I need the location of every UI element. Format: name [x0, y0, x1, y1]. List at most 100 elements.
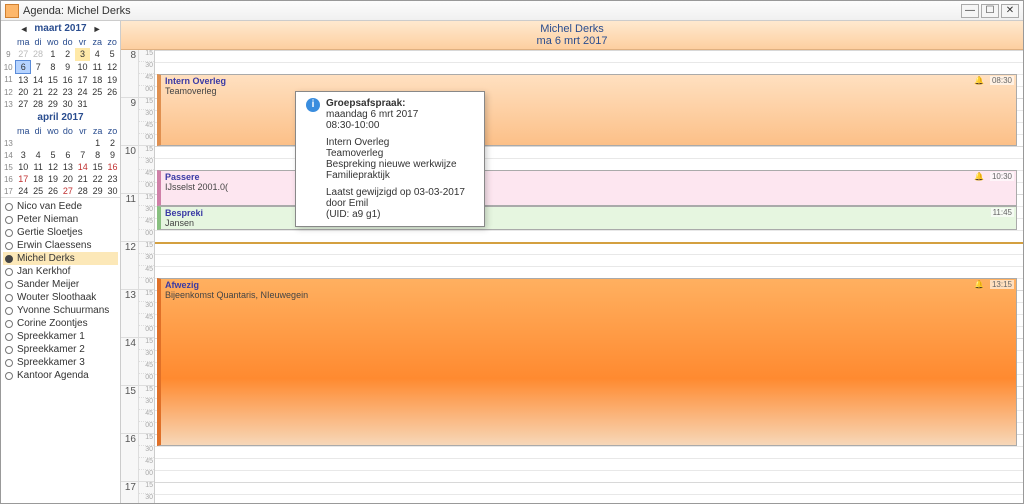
user-item[interactable]: Spreekkamer 2	[3, 343, 118, 356]
cal-day[interactable]: 6	[61, 149, 76, 161]
cal-day[interactable]: 5	[46, 149, 61, 161]
cal-day[interactable]: 17	[75, 74, 90, 87]
cal-day[interactable]	[105, 98, 120, 110]
cal-day[interactable]: 13	[16, 74, 31, 87]
cal-day[interactable]: 16	[105, 161, 120, 173]
cal-day[interactable]: 7	[31, 61, 46, 74]
cal-day[interactable]: 1	[45, 48, 60, 61]
cal-day[interactable]: 28	[31, 98, 46, 110]
cal-day[interactable]: 7	[75, 149, 90, 161]
user-item[interactable]: Erwin Claessens	[3, 239, 118, 252]
cal-day[interactable]: 8	[45, 61, 60, 74]
maximize-button[interactable]: ☐	[981, 4, 999, 18]
cal-day[interactable]: 16	[60, 74, 75, 87]
cal-day[interactable]: 10	[75, 61, 90, 74]
cal-day[interactable]: 31	[75, 98, 90, 110]
cal-day[interactable]	[61, 137, 76, 149]
cal-day[interactable]: 28	[31, 48, 46, 61]
cal-day[interactable]: 26	[105, 86, 120, 98]
cal-day[interactable]: 18	[31, 173, 46, 185]
user-item[interactable]: Nico van Eede	[3, 200, 118, 213]
cal-next[interactable]: ►	[93, 24, 102, 34]
user-item[interactable]: Spreekkamer 1	[3, 330, 118, 343]
cal-day[interactable]: 27	[16, 48, 31, 61]
cal-day[interactable]: 30	[60, 98, 75, 110]
user-item[interactable]: Wouter Sloothaak	[3, 291, 118, 304]
cal-day[interactable]: 29	[45, 98, 60, 110]
user-item[interactable]: Gertie Sloetjes	[3, 226, 118, 239]
cal-day[interactable]: 30	[105, 185, 120, 197]
cal-day[interactable]: 23	[60, 86, 75, 98]
close-button[interactable]: ✕	[1001, 4, 1019, 18]
cal-day[interactable]: 12	[46, 161, 61, 173]
appointment[interactable]: Intern OverlegTeamoverleg08:30🔔	[157, 74, 1017, 146]
cal-day[interactable]	[46, 137, 61, 149]
radio-icon	[5, 320, 13, 328]
cal-day[interactable]: 4	[31, 149, 46, 161]
appointment[interactable]: BesprekiJansen11:45	[157, 206, 1017, 230]
cal-day[interactable]: 8	[90, 149, 105, 161]
cal-day[interactable]: 18	[90, 74, 105, 87]
user-item[interactable]: Peter Nieman	[3, 213, 118, 226]
appointment[interactable]: PassereIJsselst 2001.0(10:30🔔	[157, 170, 1017, 206]
mini-calendar[interactable]: madiwodovrzazo13121434567891510111213141…	[1, 125, 120, 197]
user-item[interactable]: Michel Derks	[3, 252, 118, 265]
tooltip-line: Intern Overleg	[326, 137, 474, 148]
cal-day[interactable]: 26	[46, 185, 61, 197]
user-item[interactable]: Sander Meijer	[3, 278, 118, 291]
bell-icon: 🔔	[974, 280, 984, 289]
cal-day[interactable]: 15	[45, 74, 60, 87]
cal-day[interactable]: 28	[75, 185, 90, 197]
cal-day[interactable]: 3	[16, 149, 31, 161]
cal-day[interactable]: 14	[75, 161, 90, 173]
cal-day[interactable]: 27	[16, 98, 31, 110]
minimize-button[interactable]: —	[961, 4, 979, 18]
cal-day[interactable]: 25	[90, 86, 105, 98]
cal-day[interactable]	[75, 137, 90, 149]
cal-day[interactable]: 4	[90, 48, 105, 61]
cal-day[interactable]: 2	[105, 137, 120, 149]
cal-day[interactable]: 9	[105, 149, 120, 161]
cal-day[interactable]: 20	[16, 86, 31, 98]
cal-day[interactable]: 22	[90, 173, 105, 185]
cal-day[interactable]: 9	[60, 61, 75, 74]
cal-day[interactable]: 24	[16, 185, 31, 197]
cal-day[interactable]	[31, 137, 46, 149]
cal-day[interactable]: 15	[90, 161, 105, 173]
cal-day[interactable]: 23	[105, 173, 120, 185]
tooltip-line: Bespreking nieuwe werkwijze Familieprakt…	[326, 159, 474, 181]
cal-day[interactable]: 20	[61, 173, 76, 185]
cal-day[interactable]: 3	[75, 48, 90, 61]
cal-day[interactable]: 10	[16, 161, 31, 173]
cal-day[interactable]: 21	[75, 173, 90, 185]
cal-day[interactable]: 19	[46, 173, 61, 185]
cal-day[interactable]: 22	[45, 86, 60, 98]
cal-prev[interactable]: ◄	[19, 24, 28, 34]
cal-day[interactable]: 24	[75, 86, 90, 98]
cal-day[interactable]: 21	[31, 86, 46, 98]
cal-day[interactable]	[16, 137, 31, 149]
user-item[interactable]: Kantoor Agenda	[3, 369, 118, 382]
events-area[interactable]: Intern OverlegTeamoverleg08:30🔔 PassereIJ…	[155, 50, 1023, 503]
cal-day[interactable]: 11	[90, 61, 105, 74]
cal-day[interactable]: 2	[60, 48, 75, 61]
cal-day[interactable]: 12	[105, 61, 120, 74]
user-item[interactable]: Jan Kerkhof	[3, 265, 118, 278]
user-item[interactable]: Yvonne Schuurmans	[3, 304, 118, 317]
cal-day[interactable]: 13	[61, 161, 76, 173]
mini-calendar[interactable]: madiwodovrzazo92728123451067891011121113…	[1, 36, 120, 110]
cal-day[interactable]	[90, 98, 105, 110]
cal-day[interactable]: 25	[31, 185, 46, 197]
cal-day[interactable]: 17	[16, 173, 31, 185]
cal-day[interactable]: 6	[16, 61, 31, 74]
cal-day[interactable]: 27	[61, 185, 76, 197]
appointment[interactable]: AfwezigBijeenkomst Quantaris, NIeuwegein…	[157, 278, 1017, 446]
user-item[interactable]: Spreekkamer 3	[3, 356, 118, 369]
cal-day[interactable]: 14	[31, 74, 46, 87]
cal-day[interactable]: 19	[105, 74, 120, 87]
cal-day[interactable]: 5	[105, 48, 120, 61]
cal-day[interactable]: 11	[31, 161, 46, 173]
cal-day[interactable]: 29	[90, 185, 105, 197]
user-item[interactable]: Corine Zoontjes	[3, 317, 118, 330]
cal-day[interactable]: 1	[90, 137, 105, 149]
